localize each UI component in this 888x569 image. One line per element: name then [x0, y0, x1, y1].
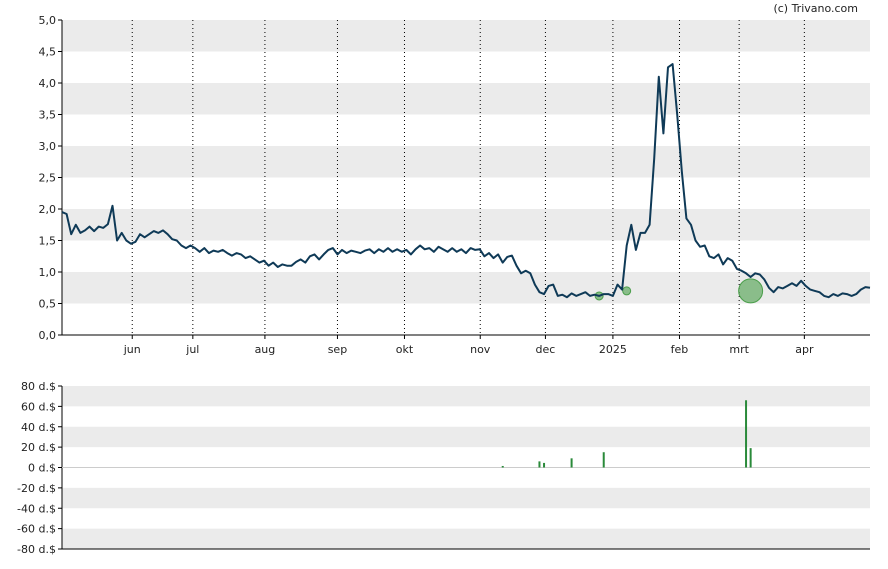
- price-band: [62, 83, 870, 115]
- volume-y-tick-label: 0 d.$: [28, 462, 56, 475]
- y-tick-label: 4,5: [39, 46, 57, 59]
- x-tick-label: okt: [396, 343, 414, 356]
- y-tick-label: 0,5: [39, 298, 57, 311]
- volume-panel: -80 d.$ -60 d.$ -40 d.$ -20 d.$ 0 d.$ 20 d.$ 4…: [17, 380, 870, 556]
- y-tick-label: 0,0: [39, 329, 57, 342]
- x-tick-label: sep: [328, 343, 347, 356]
- y-tick-label: 1,5: [39, 235, 57, 248]
- volume-y-tick-label: -80 d.$: [17, 543, 56, 556]
- y-tick-label: 3,5: [39, 109, 57, 122]
- x-tick-label: feb: [671, 343, 689, 356]
- y-tick-label: 2,0: [39, 203, 57, 216]
- copyright-label: (c) Trivano.com: [773, 2, 858, 15]
- event-marker: [622, 286, 632, 296]
- y-tick-label: 1,0: [39, 266, 57, 279]
- chart-canvas: jun jul aug sep okt nov dec 2025 feb mrt apr 0,0 0,5…: [17, 14, 871, 556]
- volume-bar: [745, 400, 748, 468]
- volume-y-tick-label: -40 d.$: [17, 502, 56, 515]
- x-tick-label: jul: [185, 343, 199, 356]
- price-panel: jun jul aug sep okt nov dec 2025 feb mrt apr 0,0 0,5…: [39, 14, 871, 356]
- volume-y-tick-label: 80 d.$: [21, 380, 56, 393]
- x-tick-label: mrt: [729, 343, 749, 356]
- volume-band: [62, 487, 870, 509]
- price-band: [62, 209, 870, 241]
- volume-y-tick-label: -20 d.$: [17, 482, 56, 495]
- volume-bar: [543, 462, 546, 468]
- y-tick-label: 4,0: [39, 77, 57, 90]
- volume-y-tick-label: 20 d.$: [21, 441, 56, 454]
- x-tick-label: nov: [470, 343, 491, 356]
- y-tick-label: 2,5: [39, 172, 57, 185]
- x-tick-label: apr: [795, 343, 814, 356]
- stock-chart: (c) Trivano.com jun jul aug sep okt nov dec 202…: [0, 0, 888, 565]
- x-tick-label: dec: [536, 343, 556, 356]
- volume-bar: [602, 452, 605, 468]
- volume-bar: [501, 465, 504, 468]
- volume-y-tick-label: 40 d.$: [21, 421, 56, 434]
- price-band: [62, 20, 870, 52]
- volume-band: [62, 528, 870, 549]
- x-tick-label: 2025: [599, 343, 627, 356]
- volume-y-tick-label: 60 d.$: [21, 400, 56, 413]
- volume-bar: [570, 458, 573, 468]
- price-band: [62, 146, 870, 178]
- volume-y-tick-label: -60 d.$: [17, 523, 56, 536]
- volume-bar: [538, 461, 541, 468]
- x-tick-label: jun: [123, 343, 141, 356]
- y-tick-label: 5,0: [39, 14, 57, 27]
- y-tick-label: 3,0: [39, 140, 57, 153]
- event-marker: [738, 278, 764, 304]
- volume-band: [62, 426, 870, 448]
- x-tick-label: aug: [255, 343, 276, 356]
- volume-bar: [749, 448, 752, 468]
- volume-band: [62, 386, 870, 407]
